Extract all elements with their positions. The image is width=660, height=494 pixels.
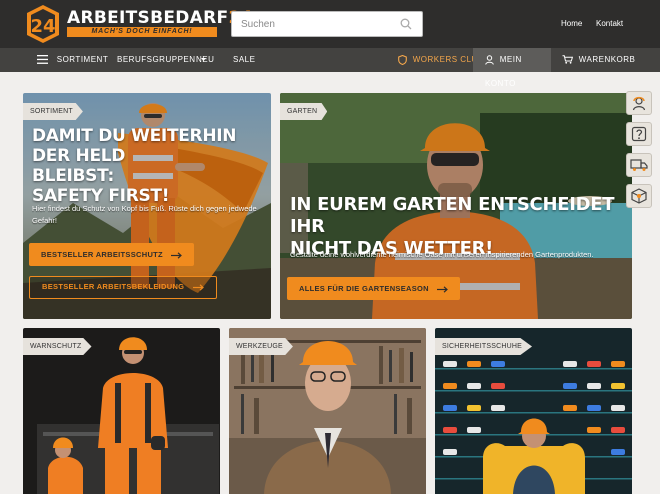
arrow-right-icon (192, 283, 204, 291)
arrow-right-icon (437, 285, 449, 293)
search-box (231, 11, 423, 37)
cart-label: WARENKORB (578, 55, 636, 64)
hero-safety-headline-line1: DAMIT DU WEITERHIN DER HELD (32, 126, 237, 166)
faq-button[interactable] (626, 122, 652, 146)
hero-safety-text-line2: Gefahr! (32, 216, 58, 225)
tile-warnschutz[interactable]: WARNSCHUTZ (23, 328, 220, 494)
delivery-truck-icon (630, 159, 648, 171)
hero-safety-text: Hier findest du Schutz von Kopf bis Fuß.… (32, 203, 262, 227)
workers-club-link[interactable]: WORKERS CLUB (398, 48, 484, 72)
contact-link[interactable]: Kontakt (596, 19, 623, 28)
svg-text:24: 24 (30, 16, 55, 37)
hero-safety-headline-line2: BLEIBST: (32, 166, 114, 186)
hero-garden-headline-line1: IN EUREM GARTEN ENTSCHEIDET IHR (290, 194, 615, 237)
hero-safety-tag: SORTIMENT (23, 103, 83, 120)
main-nav: SORTIMENT BERUFSGRUPPEN NEU SALE WORKERS… (0, 48, 660, 88)
service-rail (626, 91, 654, 215)
returns-button[interactable] (626, 184, 652, 208)
cart-icon (562, 55, 574, 65)
nav-berufsgruppen-label: BERUFSGRUPPEN (117, 55, 196, 64)
question-icon (631, 126, 647, 142)
bestseller-arbeitsschutz-label: BESTSELLER ARBEITSSCHUTZ (41, 250, 163, 259)
tile-sicherheitsschuhe[interactable]: SICHERHEITSSCHUHE (435, 328, 632, 494)
brand-tagline: MACH'S DOCH EINFACH! (67, 27, 217, 37)
nav-berufsgruppen[interactable]: BERUFSGRUPPEN (117, 48, 207, 72)
support-agent-icon (632, 96, 646, 111)
search-input[interactable] (232, 12, 392, 36)
account-link[interactable]: MEIN KONTO (473, 48, 551, 88)
cart-link[interactable]: WARENKORB (562, 48, 635, 72)
tile-sicherheitsschuhe-tag: SICHERHEITSSCHUHE (435, 338, 533, 355)
support-button[interactable] (626, 91, 652, 115)
nav-sale[interactable]: SALE (233, 48, 255, 72)
nav-neu[interactable]: NEU (196, 48, 214, 72)
hero-safety-card[interactable]: SORTIMENT DAMIT DU WEITERHIN DER HELD BL… (23, 93, 271, 319)
hero-garden-card[interactable]: GARTEN IN EUREM GARTEN ENTSCHEIDET IHR N… (280, 93, 632, 319)
tile-warnschutz-tag: WARNSCHUTZ (23, 338, 92, 355)
bestseller-arbeitsbekleidung-button[interactable]: BESTSELLER ARBEITSBEKLEIDUNG (29, 276, 217, 299)
user-icon (485, 55, 494, 65)
home-link[interactable]: Home (561, 19, 582, 28)
logo-badge[interactable]: 24 (24, 4, 62, 44)
shield-icon (398, 54, 407, 65)
alles-fuer-gartenseason-label: ALLES FÜR DIE GARTENSEASON (299, 284, 429, 293)
hero-garden-text: Gestalte deine wohlverdiente heimische O… (290, 250, 594, 259)
sortiment-label: SORTIMENT (56, 55, 109, 64)
hero-safety-text-line1: Hier findest du Schutz von Kopf bis Fuß.… (32, 204, 257, 213)
delivery-button[interactable] (626, 153, 652, 177)
arrow-right-icon (171, 251, 183, 259)
header: 24 ARBEITSBEDARF24 MACH'S DOCH EINFACH! … (0, 0, 660, 48)
bestseller-arbeitsschutz-button[interactable]: BESTSELLER ARBEITSSCHUTZ (29, 243, 195, 266)
tile-werkzeuge-tag: WERKZEUGE (229, 338, 293, 355)
package-icon (631, 188, 647, 204)
tile-werkzeuge[interactable]: WERKZEUGE (229, 328, 426, 494)
alles-fuer-gartenseason-button[interactable]: ALLES FÜR DIE GARTENSEASON (287, 277, 461, 300)
search-icon[interactable] (400, 18, 412, 30)
hero-garden-tag: GARTEN (280, 103, 328, 120)
hero-safety-headline: DAMIT DU WEITERHIN DER HELD BLEIBST: SAF… (32, 126, 271, 206)
bestseller-arbeitsbekleidung-label: BESTSELLER ARBEITSBEKLEIDUNG (42, 282, 185, 291)
brand-name[interactable]: ARBEITSBEDARF24 (67, 10, 253, 27)
sortiment-menu[interactable]: SORTIMENT (37, 48, 108, 72)
hamburger-icon (37, 55, 48, 65)
